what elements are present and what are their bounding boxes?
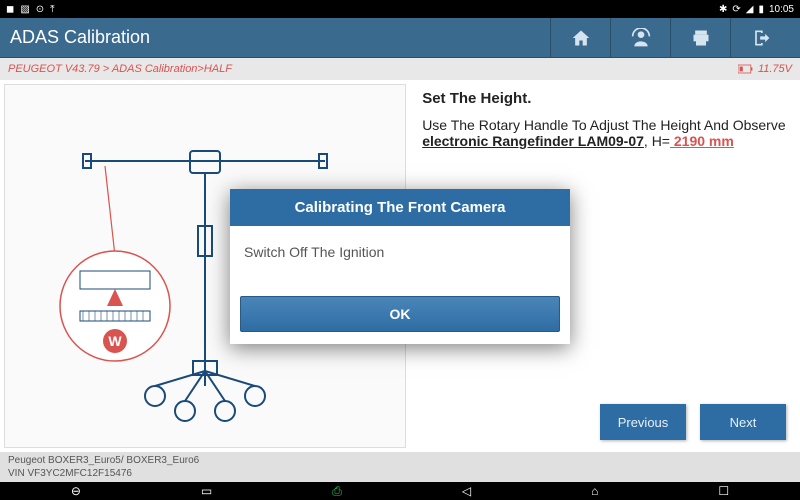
main-content: W Set The Height. Use The Rotary Handle … <box>0 80 800 452</box>
android-navbar: ⊖ ▭ ⎙ ◁ ⌂ ☐ <box>0 482 800 500</box>
ok-button[interactable]: OK <box>240 296 560 332</box>
back-icon[interactable]: ◁ <box>462 484 471 498</box>
notif-icon: ▧ <box>20 4 29 15</box>
modal-backdrop: Calibrating The Front Camera Switch Off … <box>0 80 800 452</box>
notif-icon: ⤒ <box>50 4 54 15</box>
gallery-icon[interactable]: ▭ <box>201 484 212 498</box>
app-header: ADAS Calibration <box>0 18 800 58</box>
breadcrumb: PEUGEOT V43.79 > ADAS Calibration>HALF <box>8 63 232 75</box>
android-statusbar: ◼ ▧ ⊙ ⤒ ✱ ⟳ ◢ ▮ 10:05 <box>0 0 800 18</box>
home-icon[interactable]: ⌂ <box>591 484 598 498</box>
modal-message: Switch Off The Ignition <box>230 226 570 290</box>
modal-title: Calibrating The Front Camera <box>230 189 570 226</box>
exit-button[interactable] <box>730 18 790 58</box>
app-icon[interactable]: ⎙ <box>332 484 342 499</box>
vehicle-vin: VIN VF3YC2MFC12F15476 <box>8 467 792 480</box>
browser-icon[interactable]: ⊖ <box>71 484 81 498</box>
breadcrumb-bar: PEUGEOT V43.79 > ADAS Calibration>HALF 1… <box>0 58 800 80</box>
print-button[interactable] <box>670 18 730 58</box>
battery-voltage: 11.75V <box>738 63 792 75</box>
home-button[interactable] <box>550 18 610 58</box>
notif-icon: ◼ <box>6 4 14 15</box>
page-title: ADAS Calibration <box>10 27 150 48</box>
signal-icon: ▮ <box>758 4 764 15</box>
clock: 10:05 <box>769 4 794 15</box>
notif-icon: ⊙ <box>36 4 44 15</box>
recent-icon[interactable]: ☐ <box>718 484 729 498</box>
sync-icon: ⟳ <box>732 4 740 15</box>
bluetooth-icon: ✱ <box>719 4 727 15</box>
vehicle-info-footer: Peugeot BOXER3_Euro5/ BOXER3_Euro6 VIN V… <box>0 452 800 482</box>
vehicle-model: Peugeot BOXER3_Euro5/ BOXER3_Euro6 <box>8 454 792 467</box>
calibration-modal: Calibrating The Front Camera Switch Off … <box>230 189 570 344</box>
wifi-icon: ◢ <box>746 4 754 15</box>
support-button[interactable] <box>610 18 670 58</box>
